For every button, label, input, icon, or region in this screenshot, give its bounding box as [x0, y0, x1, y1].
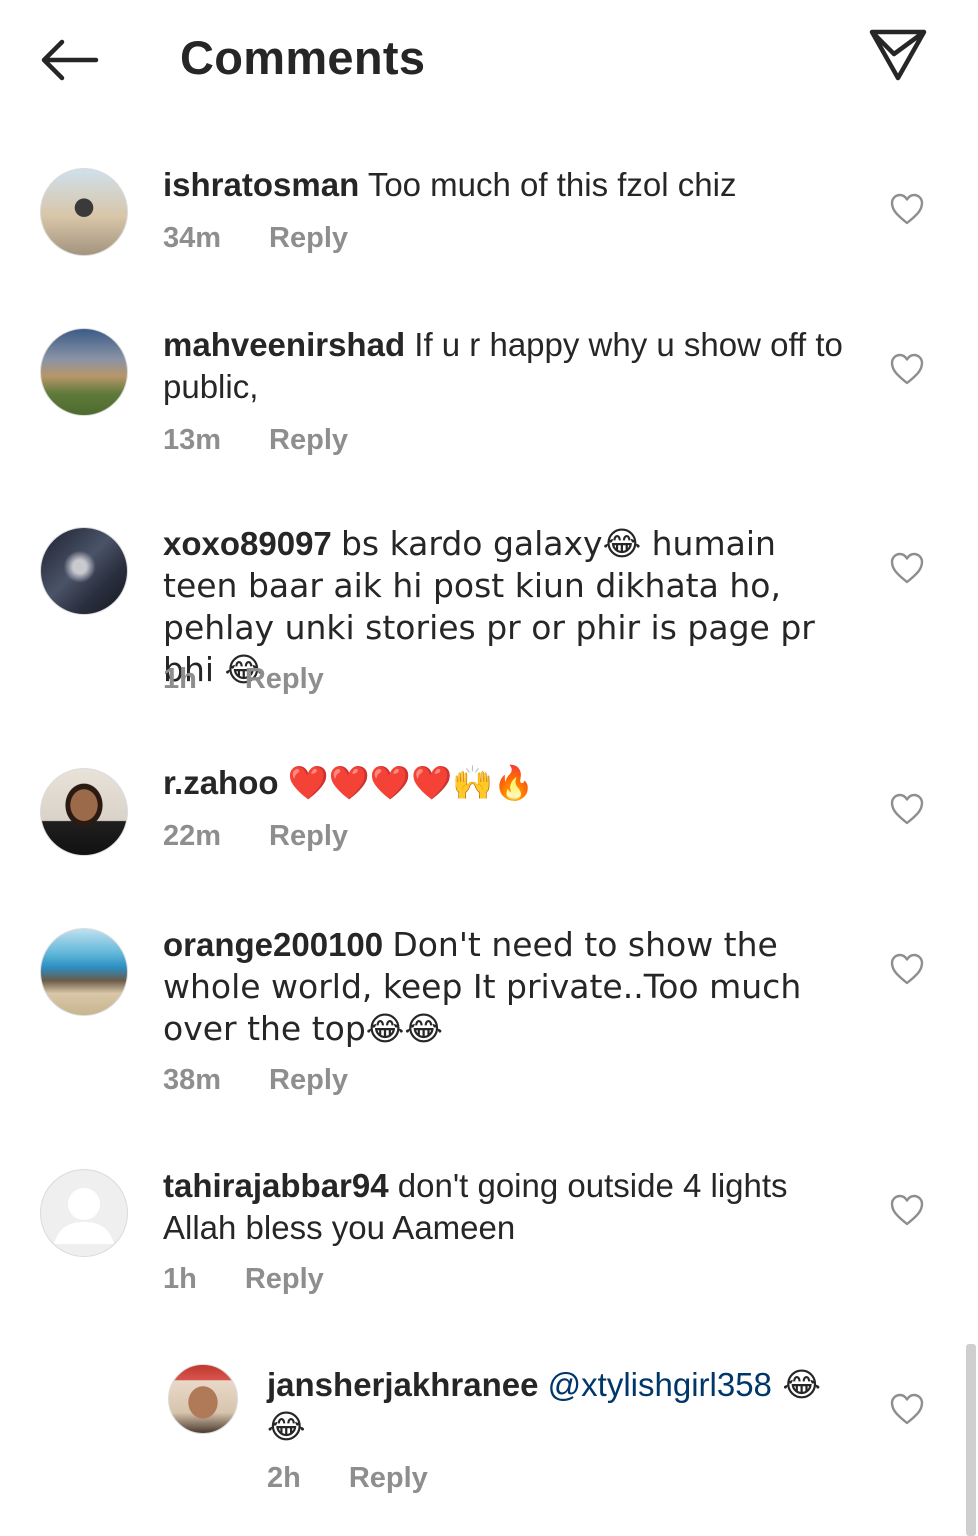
comment-meta: 22m Reply	[163, 820, 348, 853]
comment-username[interactable]: xoxo89097	[163, 525, 332, 562]
comment-meta: 34m Reply	[163, 222, 348, 255]
reply-button[interactable]: Reply	[269, 424, 348, 457]
comment-time: 34m	[163, 222, 222, 254]
comment-time: 2h	[267, 1462, 301, 1494]
comment-username[interactable]: orange200100	[163, 926, 383, 963]
avatar[interactable]	[40, 168, 128, 256]
avatar[interactable]	[40, 527, 128, 615]
comment-meta: 13m Reply	[163, 424, 348, 457]
reply-button[interactable]: Reply	[269, 222, 348, 255]
comment-username[interactable]: mahveenirshad	[163, 326, 405, 363]
comment-time: 22m	[163, 820, 222, 852]
heart-icon[interactable]	[889, 792, 925, 826]
comment-time: 13m	[163, 424, 222, 456]
avatar[interactable]	[40, 328, 128, 416]
default-avatar-icon	[54, 1188, 114, 1244]
back-button[interactable]	[38, 36, 102, 84]
comment-time: 1h	[163, 1263, 197, 1295]
comment-text: ishratosman Too much of this fzol chiz	[163, 164, 853, 206]
paper-plane-icon	[869, 29, 927, 81]
avatar[interactable]	[40, 1169, 128, 1257]
comment-body: ❤️❤️❤️❤️🙌🔥	[287, 763, 535, 802]
heart-icon[interactable]	[889, 1193, 925, 1227]
comment-time: 38m	[163, 1064, 222, 1096]
comment-body: Too much of this fzol chiz	[367, 166, 737, 203]
page-title: Comments	[180, 31, 426, 84]
reply-button[interactable]: Reply	[269, 820, 348, 853]
comment-time: 1h	[163, 663, 197, 695]
comment-username[interactable]: ishratosman	[163, 166, 359, 203]
comment-text: tahirajabbar94 don't going outside 4 lig…	[163, 1165, 853, 1249]
comment-text: jansherjakhranee @xtylishgirl358 😂 😂	[267, 1364, 857, 1448]
reply-button[interactable]: Reply	[245, 1263, 324, 1296]
avatar[interactable]	[40, 928, 128, 1016]
comment-meta: 1h Reply	[163, 663, 324, 696]
comment-meta: 38m Reply	[163, 1064, 348, 1097]
heart-icon[interactable]	[889, 1392, 925, 1426]
reply-button[interactable]: Reply	[349, 1462, 428, 1495]
share-button[interactable]	[866, 26, 930, 84]
heart-icon[interactable]	[889, 192, 925, 226]
mention-link[interactable]: @xtylishgirl358	[548, 1366, 772, 1403]
header: Comments	[0, 0, 978, 115]
reply-button[interactable]: Reply	[269, 1064, 348, 1097]
avatar[interactable]	[40, 768, 128, 856]
comment-username[interactable]: r.zahoo	[163, 764, 279, 801]
heart-icon[interactable]	[889, 352, 925, 386]
scrollbar[interactable]	[966, 1344, 976, 1536]
comment-text: r.zahoo ❤️❤️❤️❤️🙌🔥	[163, 762, 853, 804]
comment-text: mahveenirshad If u r happy why u show of…	[163, 324, 853, 408]
heart-icon[interactable]	[889, 952, 925, 986]
comment-meta: 1h Reply	[163, 1263, 324, 1296]
comment-username[interactable]: jansherjakhranee	[267, 1366, 538, 1403]
comment-text: orange200100 Don't need to show the whol…	[163, 924, 853, 1050]
comment-username[interactable]: tahirajabbar94	[163, 1167, 389, 1204]
reply-button[interactable]: Reply	[245, 663, 324, 696]
comment-meta: 2h Reply	[267, 1462, 428, 1495]
avatar[interactable]	[168, 1364, 238, 1434]
heart-icon[interactable]	[889, 551, 925, 585]
arrow-left-icon	[41, 39, 99, 81]
